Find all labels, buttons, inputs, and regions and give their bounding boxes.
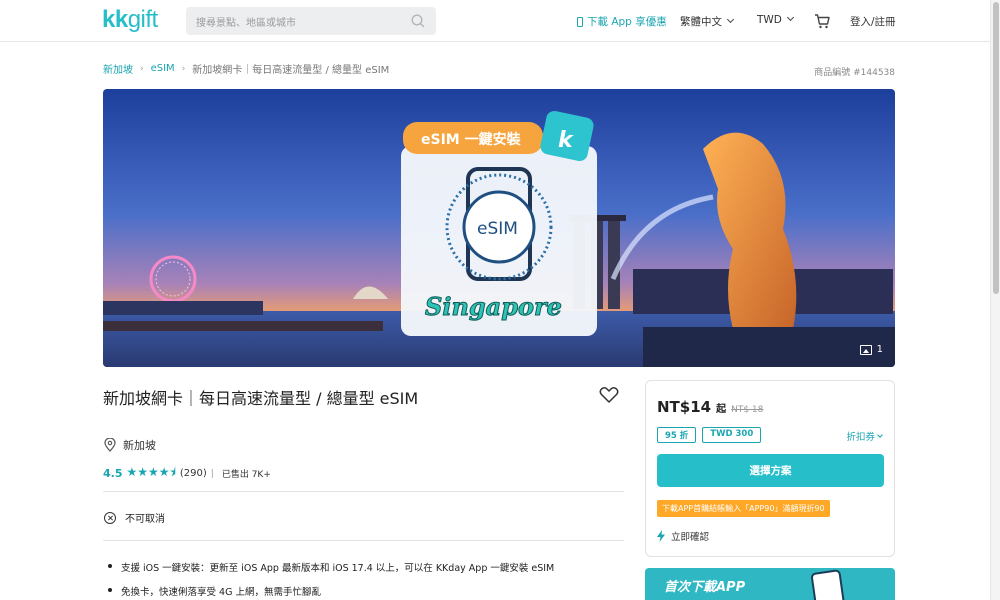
top-header: kkgift 搜尋景點、地區或城市 下載 App 享優惠 繁體中文 TWD 登入…: [0, 0, 990, 42]
download-app-label: 下載 App 享優惠: [587, 16, 667, 28]
product-highlights: 支援 iOS 一鍵安裝：更新至 iOS App 最新版本和 iOS 17.4 以…: [108, 560, 554, 600]
chevron-down-icon: [877, 432, 883, 438]
logo-kk-text: kk: [102, 6, 128, 33]
image-icon: [859, 344, 872, 355]
chevron-down-icon: [786, 13, 794, 22]
language-label: 繁體中文: [680, 16, 722, 28]
price-suffix: 起: [716, 404, 727, 415]
hero-image[interactable]: eSIM 一鍵安裝 k eSIM Singapore 1: [103, 89, 895, 367]
location-label: 新加坡: [123, 439, 156, 452]
divider: [103, 491, 624, 492]
location-pin-icon: [104, 438, 116, 452]
language-selector[interactable]: 繁體中文: [680, 14, 735, 29]
divider: [103, 540, 624, 541]
banner-headline: 首次下載APP: [664, 580, 746, 595]
search-icon[interactable]: [410, 13, 426, 29]
list-item: 支援 iOS 一鍵安裝：更新至 iOS App 最新版本和 iOS 17.4 以…: [108, 560, 554, 574]
breadcrumb-separator: ›: [140, 63, 144, 74]
hero-esim-chip-text: eSIM: [477, 219, 518, 239]
breadcrumb-current: 新加坡網卡｜每日高速流量型 / 總量型 eSIM: [192, 65, 390, 76]
search-input[interactable]: 搜尋景點、地區或城市: [186, 7, 436, 35]
app-download-banner[interactable]: 首次下載APP: [645, 568, 895, 600]
page-scrollbar[interactable]: [990, 0, 1000, 600]
phone-icon: [577, 16, 583, 27]
currency-selector[interactable]: TWD: [757, 13, 794, 26]
coupon-label: 折扣券: [846, 432, 875, 443]
product-title: 新加坡網卡｜每日高速流量型 / 總量型 eSIM: [103, 389, 419, 408]
discount-tag: TWD 300: [702, 427, 762, 443]
hero-badge-text: eSIM 一鍵安裝: [421, 131, 522, 148]
cart-icon[interactable]: [813, 12, 831, 30]
cancel-policy: 不可取消: [104, 510, 165, 525]
logo-gift-text: gift: [127, 6, 159, 33]
current-price: NT$14: [657, 398, 712, 416]
review-count: (290): [179, 468, 207, 479]
phone-illustration-icon: [810, 569, 846, 600]
sold-count: 已售出 7K+: [221, 470, 271, 480]
breadcrumb-item-esim[interactable]: eSIM: [151, 63, 175, 74]
discount-tags: 95 折 TWD 300: [657, 427, 762, 443]
image-count-text: 1: [876, 344, 883, 355]
breadcrumb-separator: ›: [181, 63, 186, 74]
rating-score: 4.5: [103, 467, 123, 480]
download-app-link[interactable]: 下載 App 享優惠: [577, 14, 667, 29]
breadcrumb-item-singapore[interactable]: 新加坡: [103, 61, 133, 76]
product-location: 新加坡: [104, 437, 156, 453]
rating-stars-icon: ★★★★⯨: [126, 465, 176, 479]
booking-card: NT$14 起 NT$ 18 95 折 TWD 300 折扣券 選擇方案 下載A…: [645, 380, 895, 557]
chevron-down-icon: [726, 15, 735, 24]
promo-banner: 下載APP首購結帳輸入「APP90」滿額現折90: [657, 500, 830, 517]
currency-label: TWD: [757, 14, 782, 26]
lightning-icon: [657, 530, 665, 542]
instant-confirm-label: 立即確認: [671, 532, 710, 543]
heart-icon[interactable]: [599, 386, 619, 404]
close-circle-icon: [104, 511, 116, 524]
price-block: NT$14 起 NT$ 18: [657, 398, 763, 416]
product-rating[interactable]: 4.5 ★★★★⯨ (290) | 已售出 7K+: [103, 463, 271, 484]
breadcrumb: 新加坡 › eSIM › 新加坡網卡｜每日高速流量型 / 總量型 eSIM: [103, 61, 389, 76]
list-item: 免換卡，快速俐落享受 4G 上網，無需手忙腳亂: [108, 584, 554, 598]
cancel-policy-label: 不可取消: [125, 514, 165, 525]
coupon-dropdown[interactable]: 折扣券: [846, 429, 883, 443]
discount-tag: 95 折: [657, 427, 697, 443]
instant-confirm: 立即確認: [657, 529, 709, 543]
scrollbar-thumb[interactable]: [993, 2, 999, 294]
hero-k-logo: k: [558, 128, 574, 153]
image-count-badge[interactable]: 1: [859, 344, 883, 355]
select-plan-button[interactable]: 選擇方案: [657, 454, 884, 487]
hero-illustration: eSIM 一鍵安裝 k eSIM Singapore: [103, 89, 895, 367]
rating-separator: |: [210, 468, 214, 479]
hero-country-text: Singapore: [425, 292, 562, 321]
product-id: 商品編號 #144538: [814, 68, 895, 78]
kkgift-logo[interactable]: kkgift: [102, 6, 158, 34]
original-price: NT$ 18: [731, 405, 764, 415]
login-register-link[interactable]: 登入/註冊: [850, 14, 896, 29]
search-placeholder: 搜尋景點、地區或城市: [196, 18, 296, 29]
